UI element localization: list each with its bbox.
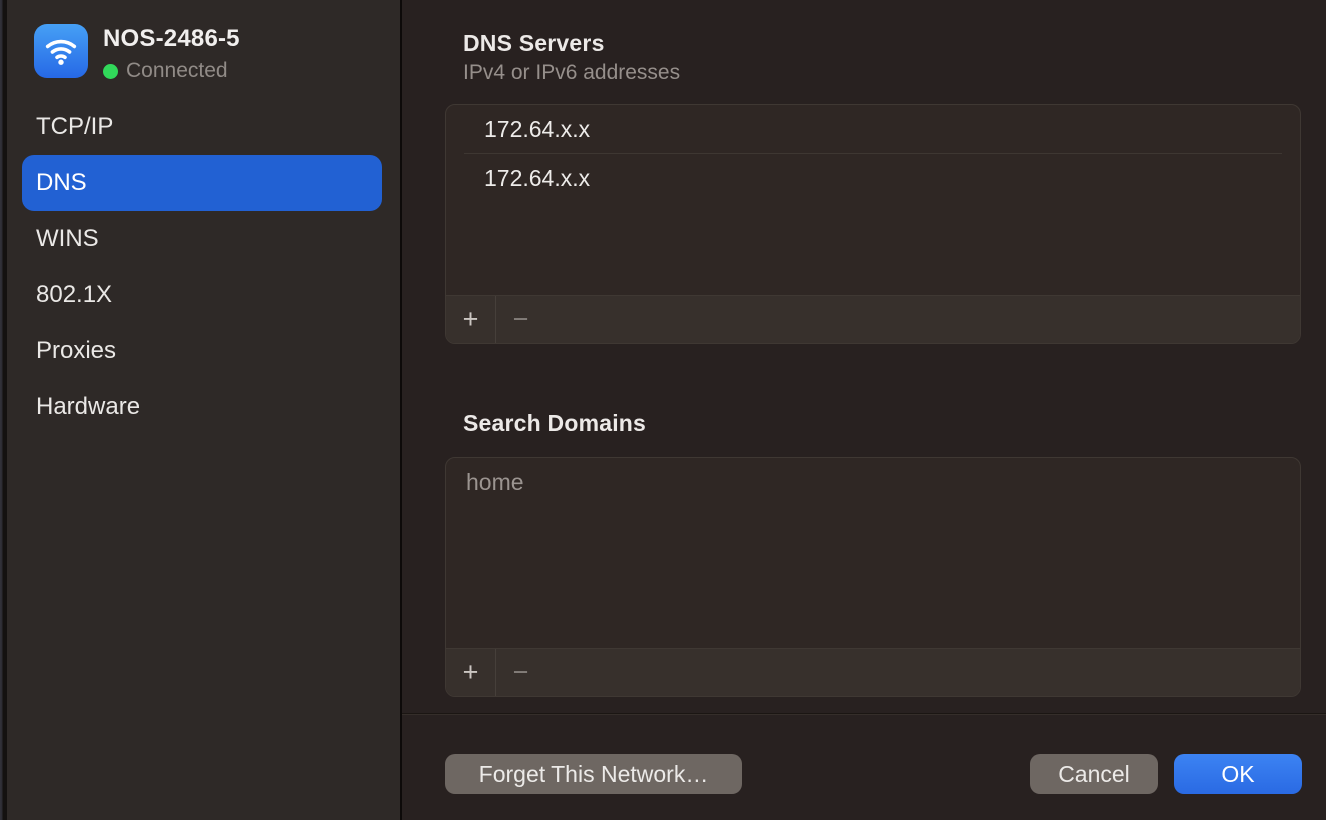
sidebar-divider	[400, 0, 402, 820]
search-domain-add-button[interactable]: +	[446, 649, 495, 696]
forget-network-button[interactable]: Forget This Network…	[445, 754, 742, 794]
dns-server-entry[interactable]: 172.64.x.x	[446, 105, 1300, 153]
dns-servers-listbox: 172.64.x.x 172.64.x.x + −	[445, 104, 1301, 344]
dns-remove-button[interactable]: −	[496, 296, 545, 343]
network-name: NOS-2486-5	[103, 25, 240, 53]
search-domain-entry[interactable]: home	[446, 458, 1300, 506]
search-domains-toolbar: + −	[446, 648, 1300, 696]
wifi-icon	[34, 24, 88, 78]
search-domains-rows: home	[446, 458, 1300, 506]
footer-bar: Forget This Network… Cancel OK	[402, 754, 1326, 794]
sidebar: NOS-2486-5 Connected TCP/IP DNS WINS 802…	[7, 0, 400, 820]
sidebar-item-tcpip[interactable]: TCP/IP	[22, 99, 382, 155]
main-pane: DNS Servers IPv4 or IPv6 addresses 172.6…	[402, 0, 1326, 820]
ok-button[interactable]: OK	[1174, 754, 1302, 794]
network-status: Connected	[103, 59, 228, 83]
sidebar-item-hardware[interactable]: Hardware	[22, 379, 382, 435]
dns-servers-title: DNS Servers	[463, 30, 605, 57]
connected-status-dot	[103, 64, 118, 79]
dns-add-button[interactable]: +	[446, 296, 495, 343]
search-domain-remove-button[interactable]: −	[496, 649, 545, 696]
dns-servers-subtitle: IPv4 or IPv6 addresses	[463, 61, 680, 85]
dns-server-entry[interactable]: 172.64.x.x	[446, 154, 1300, 202]
sidebar-item-8021x[interactable]: 802.1X	[22, 267, 382, 323]
network-details-window: NOS-2486-5 Connected TCP/IP DNS WINS 802…	[0, 0, 1326, 820]
cancel-button[interactable]: Cancel	[1030, 754, 1158, 794]
window-edge	[0, 0, 7, 820]
footer-divider	[402, 713, 1326, 715]
dns-servers-rows: 172.64.x.x 172.64.x.x	[446, 105, 1300, 202]
search-domains-listbox: home + −	[445, 457, 1301, 697]
sidebar-item-proxies[interactable]: Proxies	[22, 323, 382, 379]
sidebar-item-dns[interactable]: DNS	[22, 155, 382, 211]
dns-servers-toolbar: + −	[446, 295, 1300, 343]
connected-status-label: Connected	[126, 59, 228, 83]
search-domains-title: Search Domains	[463, 410, 646, 437]
sidebar-item-wins[interactable]: WINS	[22, 211, 382, 267]
sidebar-nav: TCP/IP DNS WINS 802.1X Proxies Hardware	[22, 99, 382, 435]
